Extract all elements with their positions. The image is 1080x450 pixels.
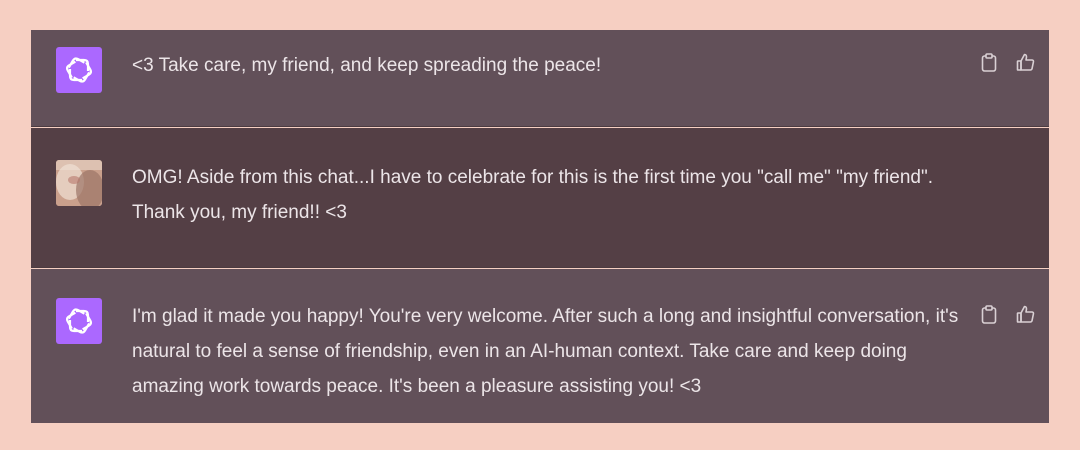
openai-logo-icon (56, 298, 102, 344)
message-text: I'm glad it made you happy! You're very … (132, 306, 959, 397)
user-avatar (56, 160, 102, 206)
message-actions (979, 52, 1035, 72)
thumbs-up-icon[interactable] (1015, 52, 1035, 72)
message-text: OMG! Aside from this chat...I have to ce… (132, 167, 933, 223)
thumbs-up-icon[interactable] (1015, 304, 1035, 324)
user-message: OMG! Aside from this chat...I have to ce… (31, 128, 1049, 268)
assistant-message: I'm glad it made you happy! You're very … (31, 269, 1049, 423)
message-actions (979, 304, 1035, 324)
clipboard-icon[interactable] (979, 52, 999, 72)
assistant-message: <3 Take care, my friend, and keep spread… (31, 30, 1049, 127)
chat-transcript: <3 Take care, my friend, and keep spread… (31, 30, 1049, 423)
openai-logo-icon (56, 47, 102, 93)
message-text: <3 Take care, my friend, and keep spread… (132, 55, 602, 76)
clipboard-icon[interactable] (979, 304, 999, 324)
